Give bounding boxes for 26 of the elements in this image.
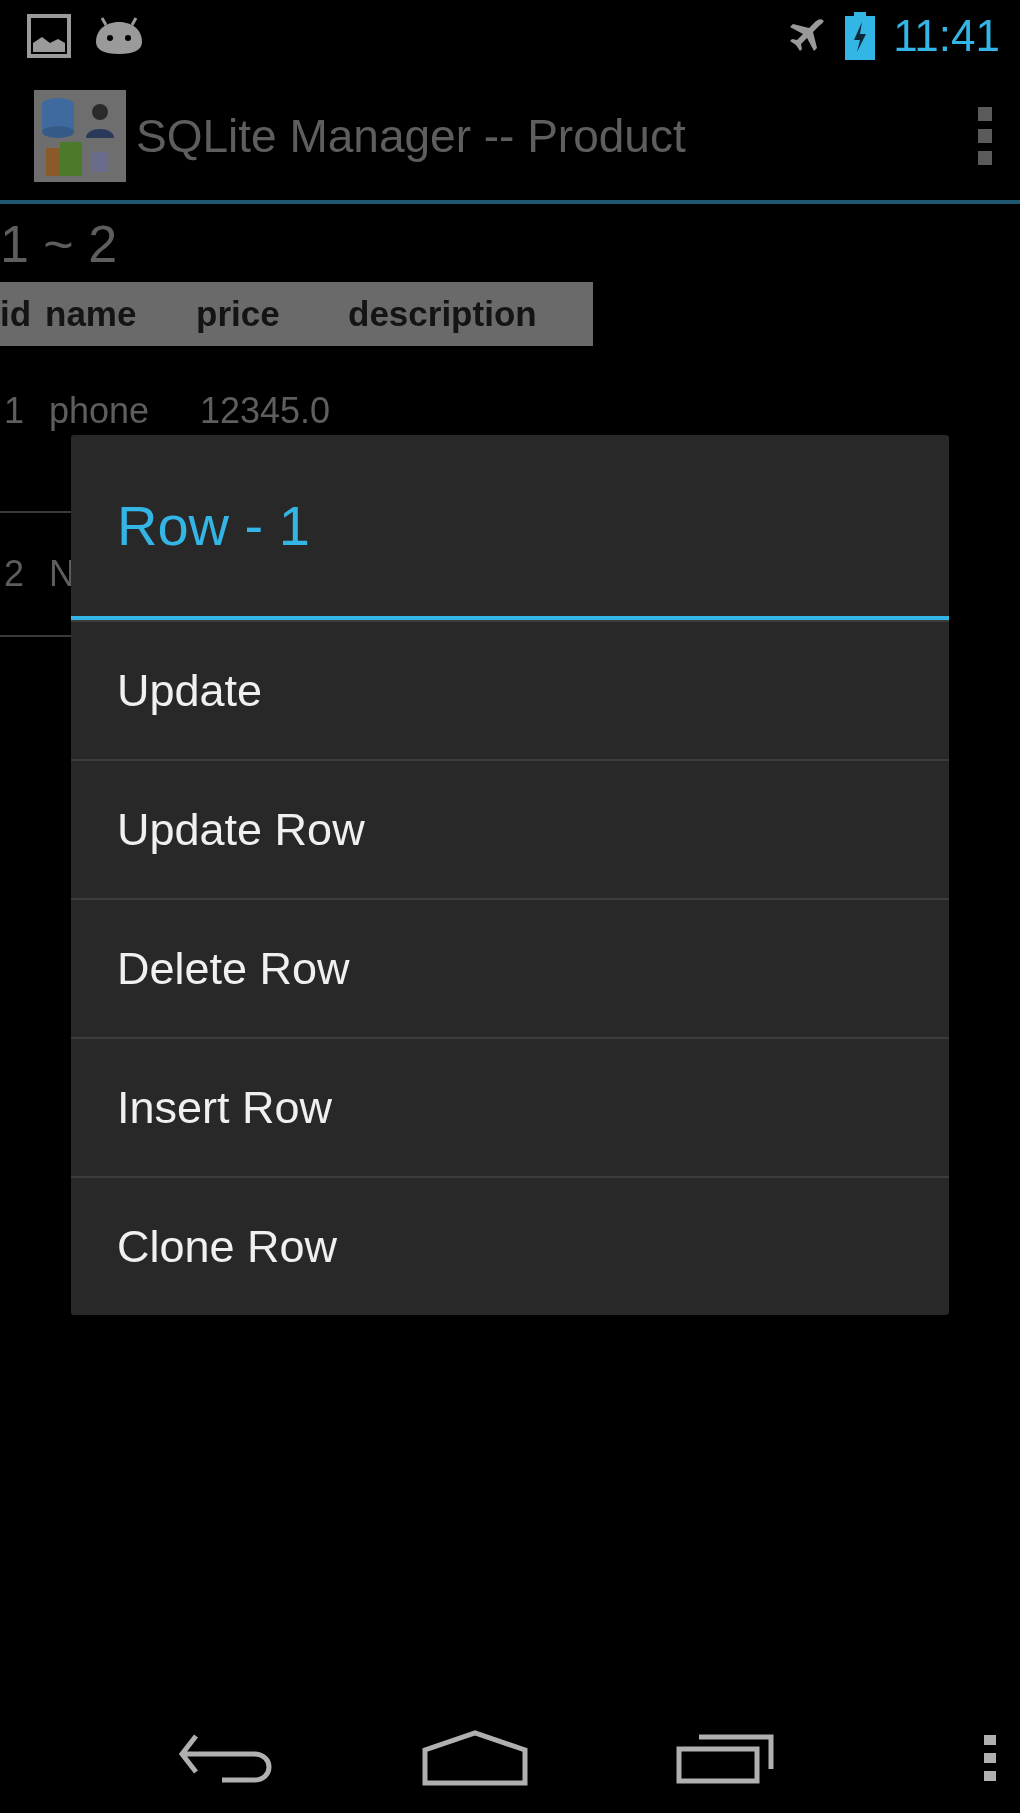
column-header: price [196, 294, 281, 334]
android-icon [94, 16, 144, 56]
menu-item[interactable]: Update Row [71, 759, 949, 898]
column-header: description [348, 294, 538, 334]
picture-notification-icon [26, 13, 72, 59]
menu-item[interactable]: Insert Row [71, 1037, 949, 1176]
column-header: id [0, 294, 33, 334]
menu-item[interactable]: Clone Row [71, 1176, 949, 1315]
row-range: 1 ~ 2 [0, 214, 119, 274]
table-cell-text: 12345.0 [200, 390, 332, 432]
table-cell-text: phone [49, 390, 151, 432]
recent-apps-icon[interactable] [676, 1732, 776, 1784]
clock-time: 11:41 [893, 11, 1000, 61]
app-title: SQLite Manager -- Product [136, 109, 687, 163]
menu-item[interactable]: Update [71, 620, 949, 759]
home-icon[interactable] [422, 1730, 528, 1786]
table-cell-text: 2 [4, 553, 26, 595]
battery-charging-icon [845, 12, 876, 60]
app-icon [34, 90, 126, 182]
dialog-title: Row - 1 [117, 493, 310, 558]
menu-item[interactable]: Delete Row [71, 898, 949, 1037]
overflow-menu-icon[interactable] [978, 107, 992, 165]
back-icon[interactable] [178, 1732, 274, 1784]
column-header: name [45, 294, 138, 334]
menu-icon[interactable] [984, 1735, 996, 1781]
table-cell-text: 1 [4, 390, 26, 432]
